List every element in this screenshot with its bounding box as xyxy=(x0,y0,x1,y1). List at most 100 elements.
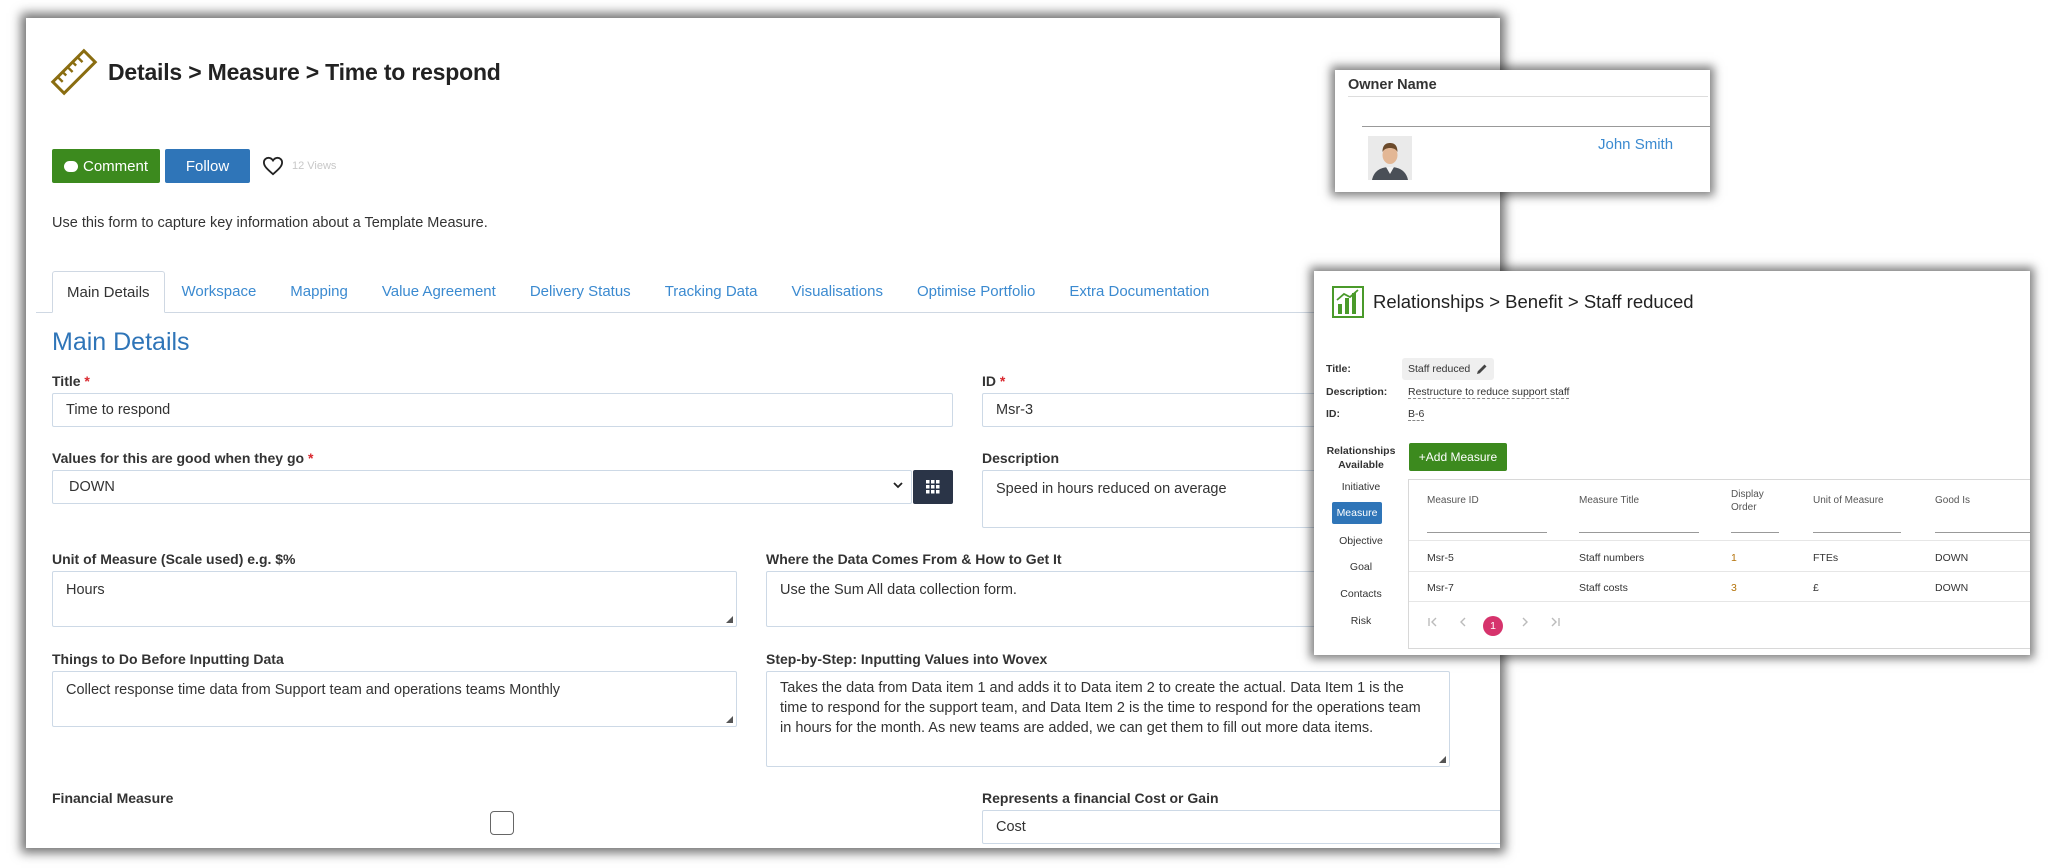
description-value[interactable]: Restructure to reduce support staff xyxy=(1408,386,1570,399)
view-count: 12 Views xyxy=(292,160,337,172)
comment-button-label: Comment xyxy=(82,157,149,175)
tab-workspace[interactable]: Workspace xyxy=(165,271,274,313)
cost-gain-input[interactable]: Cost xyxy=(982,810,1500,844)
owner-name-link[interactable]: John Smith xyxy=(1598,136,1673,153)
data-source-value: Use the Sum All data collection form. xyxy=(780,582,1017,598)
title-chip-value: Staff reduced xyxy=(1408,363,1471,375)
good-when-select[interactable]: DOWN xyxy=(52,470,912,504)
description-label: Description xyxy=(982,450,1060,466)
filter-measure-id[interactable] xyxy=(1427,532,1547,533)
tab-optimise-portfolio[interactable]: Optimise Portfolio xyxy=(900,271,1052,313)
unit-value: Hours xyxy=(66,582,105,598)
bar-chart-icon xyxy=(1332,286,1364,318)
steps-value: Takes the data from Data item 1 and adds… xyxy=(780,680,1421,736)
steps-label: Step-by-Step: Inputting Values into Wove… xyxy=(766,651,1048,667)
rel-item-goal[interactable]: Goal xyxy=(1326,561,1396,573)
heart-icon[interactable] xyxy=(262,156,284,176)
description-field-label: Description: xyxy=(1326,386,1388,398)
person-icon xyxy=(1368,136,1412,180)
title-label: Title * xyxy=(52,373,90,389)
cell-measure-id: Msr-5 xyxy=(1427,552,1454,564)
unit-textarea[interactable]: Hours xyxy=(52,571,737,627)
grid-header-good-is[interactable]: Good Is xyxy=(1935,494,1970,507)
tab-tracking-data[interactable]: Tracking Data xyxy=(648,271,775,313)
cell-good-is: DOWN xyxy=(1935,552,1969,564)
good-when-select-value: DOWN xyxy=(69,479,115,495)
filter-measure-title[interactable] xyxy=(1579,532,1699,533)
grid-divider xyxy=(1409,601,2030,602)
divider xyxy=(1362,126,1710,127)
measure-details-window: Details > Measure > Time to respond Comm… xyxy=(26,18,1500,848)
owner-title: Owner Name xyxy=(1348,77,1437,93)
rel-item-initiative[interactable]: Initiative xyxy=(1326,481,1396,493)
before-input-value: Collect response time data from Support … xyxy=(66,682,561,698)
grid-icon xyxy=(926,480,940,494)
grid-header-unit[interactable]: Unit of Measure xyxy=(1813,494,1884,507)
filter-good-is[interactable] xyxy=(1935,532,2030,533)
cell-measure-title: Staff costs xyxy=(1579,582,1628,594)
rel-item-objective[interactable]: Objective xyxy=(1326,535,1396,547)
description-value: Speed in hours reduced on average xyxy=(996,481,1227,497)
steps-textarea[interactable]: Takes the data from Data item 1 and adds… xyxy=(766,671,1450,767)
id-field-label: ID: xyxy=(1326,408,1340,420)
last-page-icon[interactable] xyxy=(1549,616,1561,628)
grid-header-measure-id[interactable]: Measure ID xyxy=(1427,494,1479,507)
first-page-icon[interactable] xyxy=(1427,616,1439,628)
add-measure-button[interactable]: +Add Measure xyxy=(1409,443,1507,471)
rel-item-risk[interactable]: Risk xyxy=(1326,615,1396,627)
resize-handle[interactable] xyxy=(726,716,733,723)
cell-unit: £ xyxy=(1813,582,1819,594)
filter-unit[interactable] xyxy=(1813,532,1901,533)
page-title: Details > Measure > Time to respond xyxy=(108,58,501,85)
tab-delivery-status[interactable]: Delivery Status xyxy=(513,271,648,313)
title-label-text: Title xyxy=(52,373,81,389)
pencil-icon[interactable] xyxy=(1476,363,1488,375)
tab-visualisations[interactable]: Visualisations xyxy=(775,271,900,313)
rel-item-measure[interactable]: Measure xyxy=(1332,502,1382,524)
options-grid-button[interactable] xyxy=(913,470,953,504)
cost-gain-label: Represents a financial Cost or Gain xyxy=(982,790,1219,806)
good-when-label-text: Values for this are good when they go xyxy=(52,450,305,466)
tab-mapping[interactable]: Mapping xyxy=(273,271,365,313)
unit-label: Unit of Measure (Scale used) e.g. $% xyxy=(52,551,296,567)
page-header: Details > Measure > Time to respond xyxy=(50,48,501,96)
financial-measure-checkbox[interactable] xyxy=(490,811,514,835)
good-when-label: Values for this are good when they go * xyxy=(52,450,313,466)
divider xyxy=(1348,96,1708,97)
grid-header-display-order[interactable]: Display Order xyxy=(1731,488,1771,514)
before-input-textarea[interactable]: Collect response time data from Support … xyxy=(52,671,737,727)
filter-display-order[interactable] xyxy=(1731,532,1779,533)
relationships-available-label: Relationships Available xyxy=(1326,445,1396,471)
cell-display-order: 3 xyxy=(1731,582,1737,594)
section-title: Main Details xyxy=(52,328,190,356)
id-input-value: Msr-3 xyxy=(996,402,1034,418)
avatar xyxy=(1368,136,1412,180)
next-page-icon[interactable] xyxy=(1519,616,1531,628)
data-source-label: Where the Data Comes From & How to Get I… xyxy=(766,551,1062,567)
action-buttons: Comment Follow 12 Views xyxy=(52,149,336,183)
resize-handle[interactable] xyxy=(726,616,733,623)
grid-divider xyxy=(1409,540,2030,541)
grid-header-measure-title[interactable]: Measure Title xyxy=(1579,494,1639,507)
tab-main-details[interactable]: Main Details xyxy=(52,271,165,313)
tab-extra-documentation[interactable]: Extra Documentation xyxy=(1052,271,1226,313)
relationships-title: Relationships > Benefit > Staff reduced xyxy=(1373,291,1694,312)
title-chip[interactable]: Staff reduced xyxy=(1402,358,1495,380)
prev-page-icon[interactable] xyxy=(1457,616,1469,628)
resize-handle[interactable] xyxy=(1439,756,1446,763)
tab-value-agreement[interactable]: Value Agreement xyxy=(365,271,513,313)
follow-button[interactable]: Follow xyxy=(165,149,250,183)
owner-name-panel: Owner Name John Smith xyxy=(1335,70,1710,192)
cell-good-is: DOWN xyxy=(1935,582,1969,594)
cell-display-order: 1 xyxy=(1731,552,1737,564)
cost-gain-value: Cost xyxy=(996,819,1026,835)
relationships-panel: Relationships > Benefit > Staff reduced … xyxy=(1314,271,2030,655)
title-input[interactable]: Time to respond xyxy=(52,393,953,427)
before-input-label: Things to Do Before Inputting Data xyxy=(52,651,284,667)
page-number-button[interactable]: 1 xyxy=(1483,616,1503,636)
id-value[interactable]: B-6 xyxy=(1408,408,1425,421)
cell-unit: FTEs xyxy=(1813,552,1839,564)
rel-item-contacts[interactable]: Contacts xyxy=(1326,588,1396,600)
required-marker: * xyxy=(84,373,90,389)
comment-button[interactable]: Comment xyxy=(52,149,160,183)
